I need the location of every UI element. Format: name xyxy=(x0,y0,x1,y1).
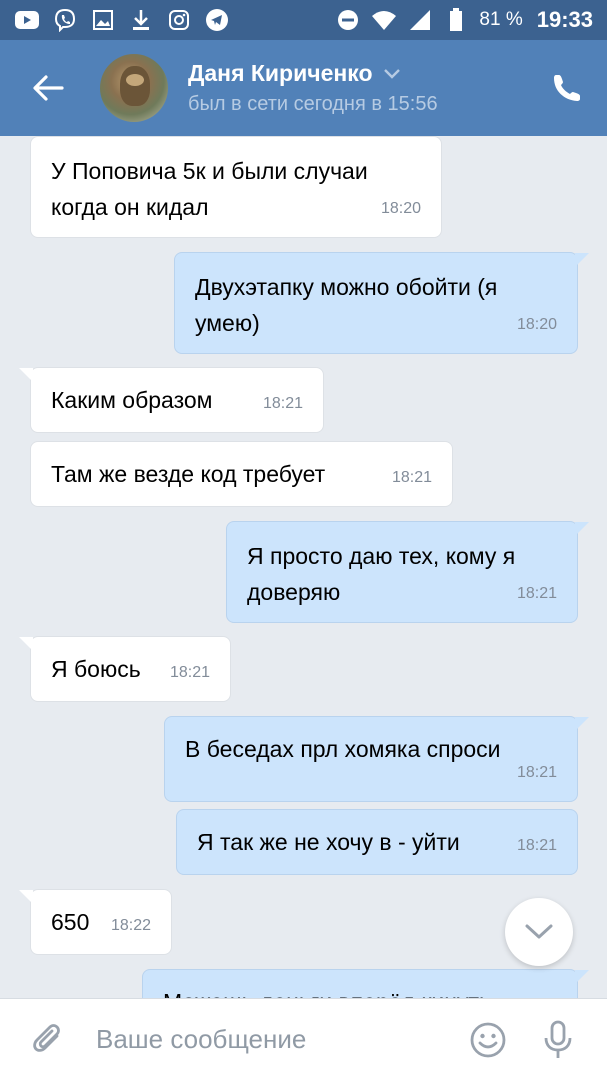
message-time: 18:21 xyxy=(516,837,557,854)
message-time: 18:21 xyxy=(516,585,557,602)
peer-info[interactable]: Даня Кириченко был в сети сегодня в 15:5… xyxy=(188,60,438,116)
status-bar: 81 % 19:33 xyxy=(0,0,607,40)
chat-header: Даня Кириченко был в сети сегодня в 15:5… xyxy=(0,40,607,136)
peer-last-seen: был в сети сегодня в 15:56 xyxy=(188,93,438,115)
message-time: 18:22 xyxy=(110,917,151,934)
message-time: 18:21 xyxy=(262,395,303,412)
smile-icon xyxy=(470,1022,506,1057)
message-bubble-incoming[interactable]: Там же везде код требует 18:21 xyxy=(30,441,453,507)
telegram-icon xyxy=(204,8,230,32)
message-bubble-incoming[interactable]: У Поповича 5к и были случаи когда он кид… xyxy=(30,136,442,238)
do-not-disturb-icon xyxy=(335,8,361,32)
chevron-down-icon xyxy=(525,924,553,939)
message-composer xyxy=(0,998,607,1080)
instagram-icon xyxy=(166,8,192,32)
message-text: У Поповича 5к и были случаи когда он кид… xyxy=(51,158,368,220)
clock: 19:33 xyxy=(536,7,593,32)
emoji-button[interactable] xyxy=(458,999,518,1080)
message-time: 18:21 xyxy=(169,664,210,681)
signal-icon xyxy=(407,8,433,32)
message-bubble-outgoing[interactable]: В беседах прл хомяка спроси 18:21 xyxy=(164,716,589,802)
avatar[interactable] xyxy=(100,54,168,122)
battery-icon xyxy=(443,8,469,32)
message-bubble-incoming[interactable]: 650 18:22 xyxy=(19,889,172,955)
chevron-down-icon xyxy=(383,68,400,79)
message-time: 18:20 xyxy=(516,316,557,333)
message-bubble-outgoing[interactable]: Я просто даю тех, кому я доверяю 18:21 xyxy=(226,521,589,623)
message-bubble-outgoing[interactable]: Двухэтапку можно обойти (я умею) 18:20 xyxy=(174,252,589,354)
scroll-to-bottom-button[interactable] xyxy=(505,898,573,966)
voice-record-button[interactable] xyxy=(528,999,588,1080)
gallery-icon xyxy=(90,8,116,32)
peer-name: Даня Кириченко xyxy=(188,60,373,86)
paperclip-icon xyxy=(33,1023,60,1052)
attach-button[interactable] xyxy=(0,999,96,1080)
battery-percent: 81 % xyxy=(479,9,523,30)
download-icon xyxy=(128,8,154,32)
call-button[interactable] xyxy=(527,40,607,136)
message-bubble-outgoing[interactable]: Я так же не хочу в - уйти 18:21 xyxy=(176,809,578,875)
microphone-icon xyxy=(544,1020,572,1058)
message-text: Там же везде код требует xyxy=(51,461,326,487)
message-time: 18:21 xyxy=(391,469,432,486)
viber-icon xyxy=(52,8,78,32)
message-time: 18:21 xyxy=(516,764,557,781)
arrow-left-icon xyxy=(33,75,64,101)
phone-icon xyxy=(554,75,580,101)
message-list[interactable]: У Поповича 5к и были случаи когда он кид… xyxy=(0,136,607,998)
back-button[interactable] xyxy=(0,40,96,136)
message-bubble-outgoing[interactable]: Можешь деньги вперёд кинуть xyxy=(142,969,589,998)
message-bubble-incoming[interactable]: Каким образом 18:21 xyxy=(19,367,324,433)
youtube-icon xyxy=(14,8,40,32)
message-bubble-incoming[interactable]: Я боюсь 18:21 xyxy=(19,636,231,702)
wifi-icon xyxy=(371,8,397,32)
message-text: Можешь деньги вперёд кинуть xyxy=(143,970,577,998)
message-text: В беседах прл хомяка спроси xyxy=(185,736,501,762)
message-input[interactable] xyxy=(96,1024,446,1055)
message-time: 18:20 xyxy=(380,200,421,217)
